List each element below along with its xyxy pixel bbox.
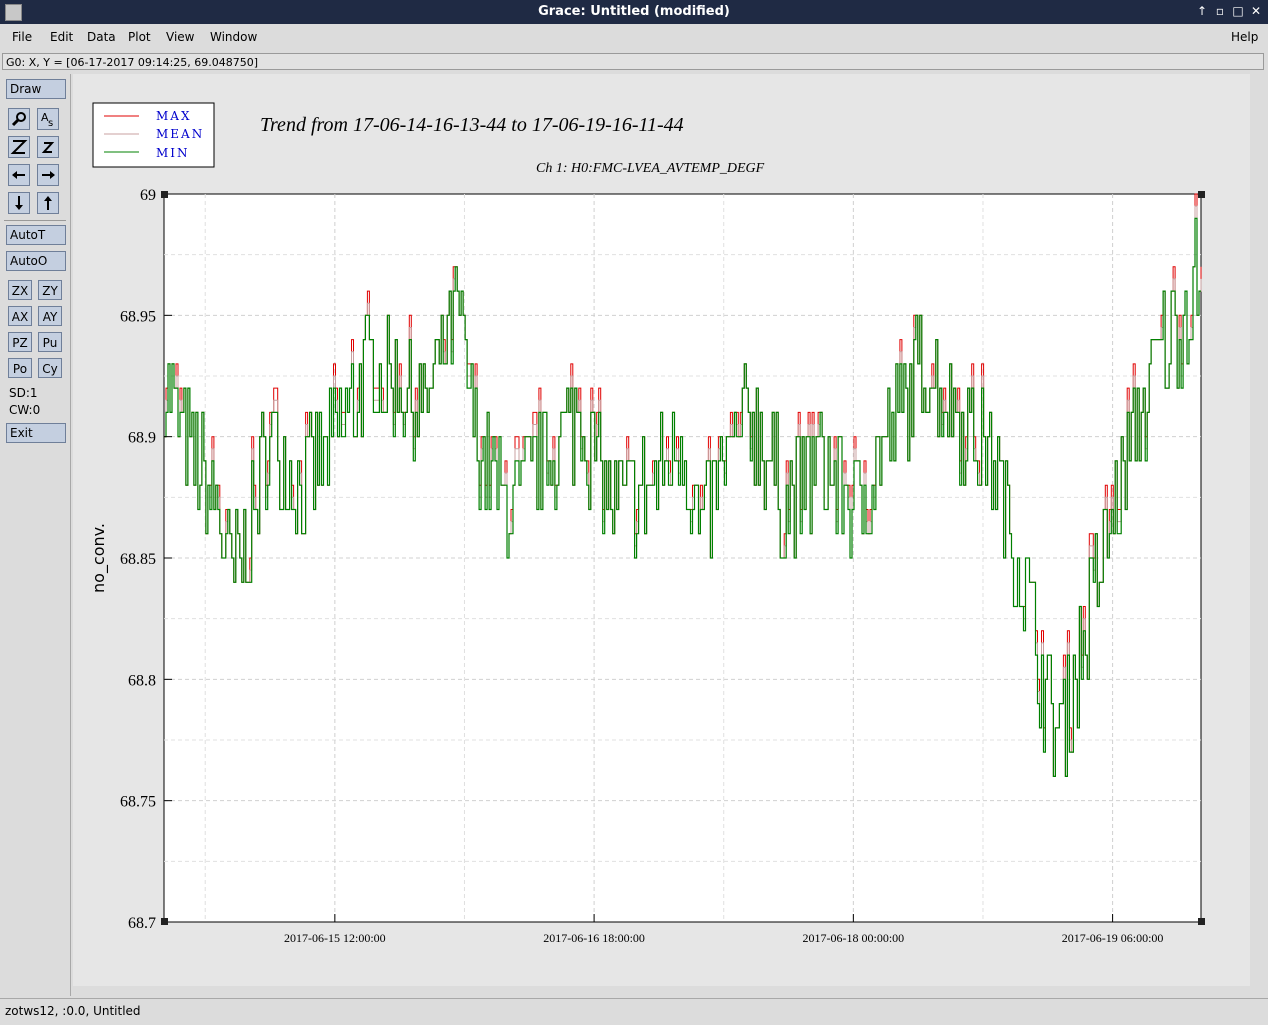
legend-max-label: MAX bbox=[156, 109, 192, 123]
arrow-right-icon bbox=[42, 171, 55, 179]
y-tick-label: 68.75 bbox=[120, 794, 156, 811]
x-tick-label: 2017-06-16 18:00:00 bbox=[543, 931, 645, 945]
status-text: zotws12, :0.0, Untitled bbox=[5, 1004, 141, 1018]
keep-above-icon[interactable]: ↑ bbox=[1194, 3, 1210, 19]
legend-min-label: MIN bbox=[156, 146, 190, 160]
scroll-up-button[interactable] bbox=[37, 192, 59, 214]
menu-data[interactable]: Data bbox=[87, 30, 116, 44]
autoscale-button[interactable]: AutoT bbox=[6, 225, 66, 245]
y-axis-label: no_conv. bbox=[89, 523, 109, 593]
zoom-window-button[interactable] bbox=[8, 136, 30, 158]
menu-view[interactable]: View bbox=[166, 30, 194, 44]
cy-button[interactable]: Cy bbox=[38, 358, 62, 378]
pu-button[interactable]: Pu bbox=[38, 332, 62, 352]
window-titlebar: Grace: Untitled (modified) ↑ ▫ □ ✕ bbox=[0, 0, 1268, 24]
maximize-icon[interactable]: □ bbox=[1230, 3, 1246, 19]
chart-subtitle: Ch 1: H0:FMC-LVEA_AVTEMP_DEGF bbox=[536, 161, 765, 176]
ax-button[interactable]: AX bbox=[8, 306, 32, 326]
menu-edit[interactable]: Edit bbox=[50, 30, 73, 44]
stack-depth-label: SD:1 bbox=[9, 386, 38, 400]
divider bbox=[4, 220, 66, 221]
text-icon: As bbox=[41, 111, 53, 129]
y-tick-label: 68.7 bbox=[128, 915, 156, 932]
corner-handle[interactable] bbox=[161, 191, 168, 198]
svg-text:s: s bbox=[48, 118, 53, 129]
zoom-small-button[interactable] bbox=[37, 136, 59, 158]
x-tick-label: 2017-06-18 00:00:00 bbox=[803, 931, 905, 945]
pz-button[interactable]: PZ bbox=[8, 332, 32, 352]
ay-button[interactable]: AY bbox=[38, 306, 62, 326]
corner-handle[interactable] bbox=[1198, 191, 1205, 198]
chart-svg[interactable]: MAX MEAN MIN Trend from 17-06-14-16-13-4… bbox=[73, 74, 1250, 986]
menu-help[interactable]: Help bbox=[1231, 30, 1258, 44]
x-tick-label: 2017-06-19 06:00:00 bbox=[1062, 931, 1164, 945]
menu-plot[interactable]: Plot bbox=[128, 30, 151, 44]
zoom-button[interactable] bbox=[8, 108, 30, 130]
menubar: File Edit Data Plot View Window Help bbox=[0, 24, 1268, 51]
corner-handle[interactable] bbox=[1198, 918, 1205, 925]
po-button[interactable]: Po bbox=[8, 358, 32, 378]
menu-window[interactable]: Window bbox=[210, 30, 257, 44]
window-title: Grace: Untitled (modified) bbox=[538, 4, 730, 19]
scroll-down-button[interactable] bbox=[8, 192, 30, 214]
legend-mean-label: MEAN bbox=[156, 127, 204, 141]
exit-button[interactable]: Exit bbox=[6, 423, 66, 443]
chart-title: Trend from 17-06-14-16-13-44 to 17-06-19… bbox=[260, 114, 684, 136]
tool-panel: Draw As AutoT AutoO ZX ZY AX AY PZ Pu Po… bbox=[0, 74, 71, 996]
y-tick-label: 69 bbox=[140, 187, 156, 204]
y-tick-label: 68.95 bbox=[120, 308, 156, 325]
magnifier-icon bbox=[11, 112, 26, 127]
scroll-left-button[interactable] bbox=[8, 164, 30, 186]
y-tick-label: 68.85 bbox=[120, 551, 156, 568]
status-bar: zotws12, :0.0, Untitled bbox=[0, 998, 1268, 1025]
scroll-right-button[interactable] bbox=[37, 164, 59, 186]
corner-handle[interactable] bbox=[161, 918, 168, 925]
zx-button[interactable]: ZX bbox=[8, 280, 32, 300]
zoom-z-small-icon bbox=[41, 142, 55, 153]
y-tick-label: 68.9 bbox=[128, 430, 156, 447]
close-icon[interactable]: ✕ bbox=[1248, 3, 1264, 19]
text-button[interactable]: As bbox=[37, 108, 59, 130]
draw-button[interactable]: Draw bbox=[6, 79, 66, 99]
autoticks-button[interactable]: AutoO bbox=[6, 251, 66, 271]
y-tick-label: 68.8 bbox=[128, 672, 156, 689]
arrow-up-icon bbox=[44, 196, 52, 210]
plot-canvas[interactable]: MAX MEAN MIN Trend from 17-06-14-16-13-4… bbox=[73, 74, 1250, 986]
minimize-icon[interactable]: ▫ bbox=[1212, 3, 1228, 19]
zoom-z-icon bbox=[10, 140, 28, 154]
arrow-down-icon bbox=[15, 196, 23, 210]
coordinate-readout: G0: X, Y = [06-17-2017 09:14:25, 69.0487… bbox=[2, 53, 1264, 70]
current-world-label: CW:0 bbox=[9, 403, 41, 417]
zy-button[interactable]: ZY bbox=[38, 280, 62, 300]
x-tick-label: 2017-06-15 12:00:00 bbox=[284, 931, 386, 945]
arrow-left-icon bbox=[12, 171, 25, 179]
menu-file[interactable]: File bbox=[12, 30, 32, 44]
